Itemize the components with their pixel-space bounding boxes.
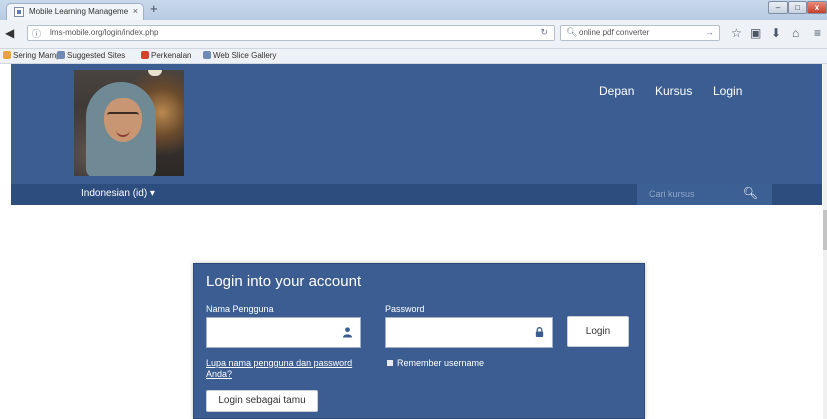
username-field[interactable] <box>206 317 361 348</box>
address-bar[interactable]: ⓘ lms-mobile.org/login/index.php ↻ <box>27 25 555 41</box>
back-arrow-icon[interactable]: ◀ <box>5 25 14 41</box>
bookmark-suggested-sites[interactable]: Suggested Sites <box>57 51 125 60</box>
search-go-arrow-icon[interactable]: → <box>705 27 714 37</box>
password-input[interactable] <box>386 318 552 347</box>
home-icon[interactable]: ⌂ <box>792 25 799 41</box>
reload-icon[interactable]: ↻ <box>540 27 548 38</box>
password-label: Password <box>385 304 425 314</box>
browser-tab[interactable]: Mobile Learning Manageme × <box>6 3 144 20</box>
nav-link-depan[interactable]: Depan <box>599 84 634 98</box>
download-icon[interactable]: ⬇ <box>771 25 781 41</box>
menu-icon[interactable]: ≡ <box>814 25 821 41</box>
address-url: lms-mobile.org/login/index.php <box>50 28 159 37</box>
search-icon[interactable]: 🔍︎ <box>743 186 758 200</box>
username-label: Nama Pengguna <box>206 304 274 314</box>
info-lock-icon: ⓘ <box>32 29 42 39</box>
bookmarks-toolbar: Sering Mampir Suggested Sites Perkenalan… <box>0 49 827 64</box>
window-close-button[interactable]: x <box>807 1 827 14</box>
scrollbar-thumb[interactable] <box>823 210 827 250</box>
guest-login-button[interactable]: Login sebagai tamu <box>206 390 318 412</box>
language-bar: Indonesian (id) ▾ Cari kursus 🔍︎ <box>11 184 822 205</box>
tab-close-icon[interactable]: × <box>133 6 138 16</box>
bookmark-icon <box>3 51 11 59</box>
site-header: Depan Kursus Login <box>11 64 822 184</box>
window-minimize-button[interactable]: – <box>768 1 788 14</box>
profile-photo <box>74 70 184 176</box>
password-field[interactable] <box>385 317 553 348</box>
remember-username[interactable]: Remember username <box>387 358 484 368</box>
browser-search-text: online pdf converter <box>579 28 650 37</box>
browser-search-field[interactable]: 🔍︎ online pdf converter → <box>560 25 720 41</box>
gear-icon <box>203 51 211 59</box>
forgot-password-link[interactable]: Lupa nama pengguna dan password Anda? <box>206 358 366 380</box>
site-favicon-icon <box>14 7 24 17</box>
bookmark-sering-mampir[interactable]: Sering Mampir <box>3 51 65 60</box>
new-tab-button[interactable]: + <box>150 2 158 16</box>
tab-title: Mobile Learning Manageme <box>29 7 129 16</box>
search-icon: 🔍︎ <box>566 27 578 37</box>
login-button[interactable]: Login <box>567 316 629 347</box>
window-maximize-button[interactable]: □ <box>788 1 807 14</box>
favicon-icon <box>141 51 149 59</box>
course-search-placeholder: Cari kursus <box>649 189 695 199</box>
nav-link-login[interactable]: Login <box>713 84 742 98</box>
username-input[interactable] <box>207 318 360 347</box>
course-search-input[interactable]: Cari kursus 🔍︎ <box>637 184 772 205</box>
lock-icon <box>535 327 544 338</box>
remember-checkbox[interactable] <box>387 360 393 366</box>
bookmark-web-slice-gallery[interactable]: Web Slice Gallery <box>203 51 276 60</box>
user-icon <box>342 327 353 338</box>
star-bookmark-icon[interactable]: ☆ <box>731 25 742 41</box>
browser-toolbar: ◀ ⓘ lms-mobile.org/login/index.php ↻ 🔍︎ … <box>0 20 827 49</box>
bookmark-perkenalan[interactable]: Perkenalan <box>141 51 191 60</box>
nav-link-kursus[interactable]: Kursus <box>655 84 692 98</box>
browser-tab-strip: Mobile Learning Manageme × + – □ x <box>0 0 827 20</box>
login-title: Login into your account <box>206 273 362 290</box>
remember-label: Remember username <box>397 358 485 368</box>
login-panel: Login into your account Nama Pengguna Pa… <box>193 263 645 419</box>
gear-icon <box>57 51 65 59</box>
clipboard-icon[interactable]: ▣ <box>750 25 761 41</box>
language-selector[interactable]: Indonesian (id) ▾ <box>81 188 155 199</box>
